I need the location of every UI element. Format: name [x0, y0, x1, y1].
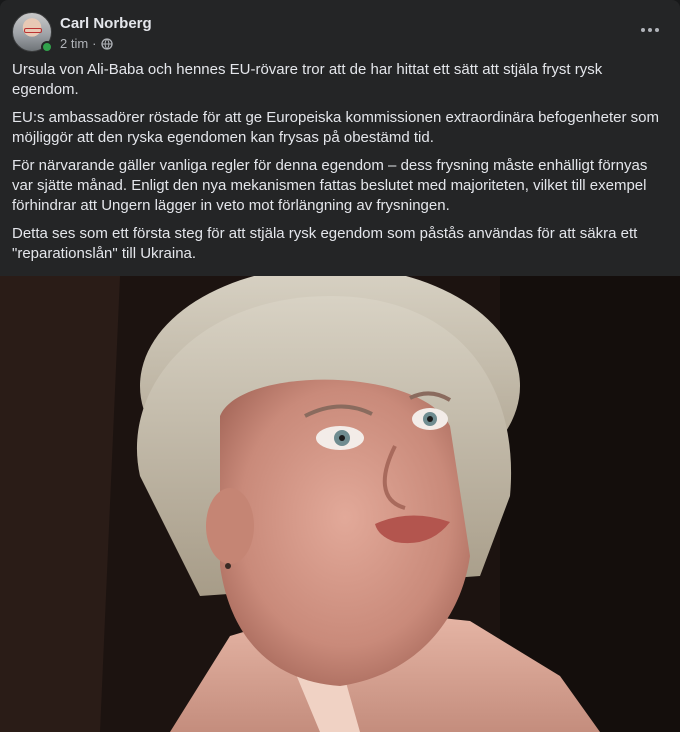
dot-icon: [655, 28, 659, 32]
post-timestamp[interactable]: 2 tim: [60, 36, 88, 51]
online-status-indicator: [41, 41, 53, 53]
post-card: Carl Norberg 2 tim · Ursula von Ali-Baba…: [0, 0, 680, 732]
dot-icon: [648, 28, 652, 32]
post-meta: 2 tim ·: [60, 36, 113, 51]
more-options-button[interactable]: [632, 18, 668, 42]
avatar-glasses: [24, 28, 42, 33]
post-header: Carl Norberg 2 tim ·: [12, 12, 668, 56]
post-text: Ursula von Ali-Baba och hennes EU-rövare…: [12, 60, 662, 272]
post-paragraph: Detta ses som ett första steg för att st…: [12, 225, 638, 262]
portrait-illustration: [0, 276, 680, 732]
author-name[interactable]: Carl Norberg: [60, 15, 152, 32]
meta-separator: ·: [92, 36, 97, 51]
post-paragraph: För närvarande gäller vanliga regler för…: [12, 157, 648, 214]
post-photo[interactable]: [0, 276, 680, 732]
globe-icon: [100, 37, 113, 50]
post-paragraph: Ursula von Ali-Baba och hennes EU-rövare…: [12, 61, 603, 98]
dot-icon: [641, 28, 645, 32]
post-paragraph: EU:s ambassadörer röstade för att ge Eur…: [12, 109, 659, 146]
